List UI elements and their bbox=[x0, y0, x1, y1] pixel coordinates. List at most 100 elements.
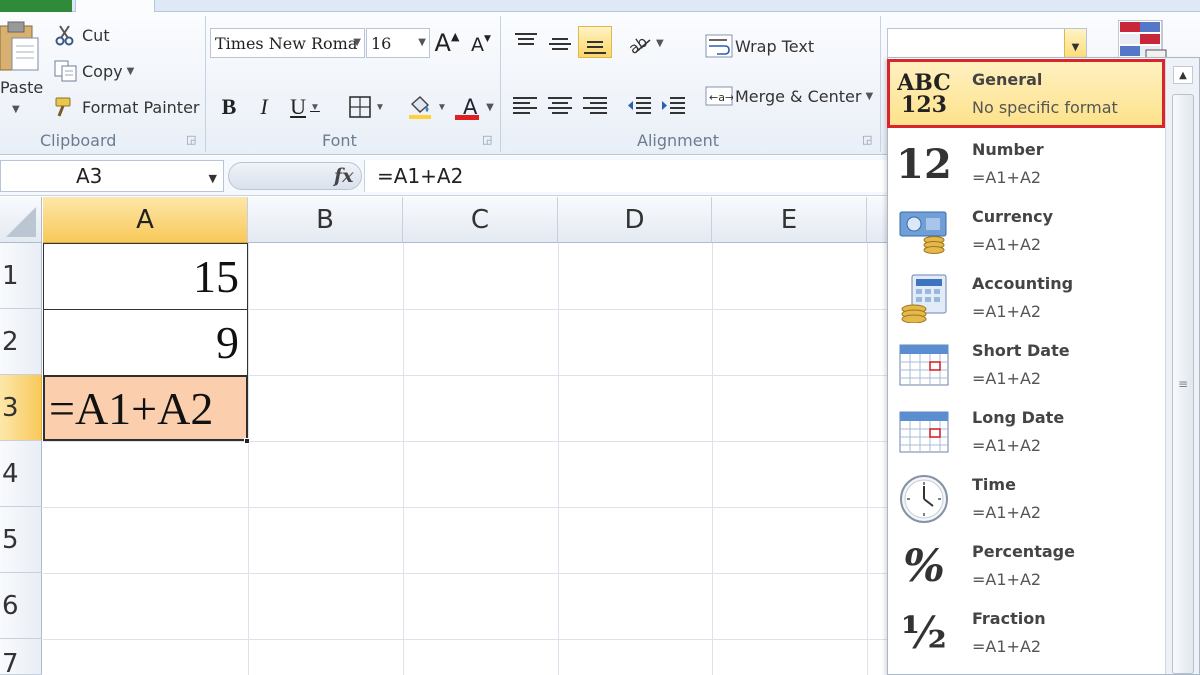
chevron-down-icon[interactable]: ▼ bbox=[353, 37, 361, 48]
font-size-combo[interactable]: 16 ▼ bbox=[366, 28, 430, 58]
row-header-6[interactable]: 6 bbox=[0, 573, 42, 639]
paste-dropdown-caret[interactable]: ▼ bbox=[12, 104, 20, 115]
row-header-1[interactable]: 1 bbox=[0, 243, 42, 309]
fill-handle[interactable] bbox=[244, 438, 250, 444]
format-option-subtitle: =A1+A2 bbox=[972, 235, 1042, 254]
paste-button-label[interactable]: Paste bbox=[0, 78, 43, 97]
row-header-label: 5 bbox=[2, 524, 19, 555]
increase-indent-icon[interactable] bbox=[660, 96, 686, 118]
orientation-button[interactable]: ab ▼ bbox=[626, 32, 664, 54]
align-top-icon[interactable] bbox=[514, 32, 538, 54]
text-orientation-icon: ab bbox=[626, 32, 651, 54]
column-header-e[interactable]: E bbox=[712, 197, 867, 243]
column-header-d[interactable]: D bbox=[558, 197, 712, 243]
row-header-2[interactable]: 2 bbox=[0, 309, 42, 375]
chevron-down-icon[interactable]: ▼ bbox=[437, 102, 447, 113]
copy-dropdown-caret[interactable]: ▼ bbox=[127, 66, 135, 77]
borders-button[interactable]: ▼ bbox=[344, 92, 390, 122]
row-header-4[interactable]: 4 bbox=[0, 441, 42, 507]
cut-button[interactable]: Cut bbox=[54, 24, 110, 46]
paste-icon[interactable] bbox=[0, 18, 40, 74]
shrink-font-button[interactable]: A ▼ bbox=[468, 30, 494, 60]
format-option-accounting[interactable]: Accounting =A1+A2 bbox=[888, 264, 1164, 331]
align-right-icon[interactable] bbox=[582, 96, 608, 118]
gridline bbox=[867, 243, 868, 675]
clipboard-launcher-icon[interactable]: ◲ bbox=[186, 133, 196, 146]
cell-a1[interactable]: 15 bbox=[43, 243, 248, 310]
italic-button[interactable]: I bbox=[250, 92, 278, 122]
font-name-combo[interactable]: Times New Roma ▼ bbox=[210, 28, 365, 58]
format-option-short-date[interactable]: Short Date =A1+A2 bbox=[888, 331, 1164, 398]
format-option-title: Currency bbox=[972, 207, 1054, 226]
dropdown-scrollbar[interactable]: ▲ ≡ bbox=[1165, 58, 1199, 674]
wrap-text-button[interactable]: Wrap Text bbox=[705, 34, 814, 58]
format-option-general[interactable]: ABC 123 General No specific format bbox=[887, 59, 1165, 128]
name-box[interactable]: A3 ▼ bbox=[0, 160, 224, 192]
align-middle-icon[interactable] bbox=[548, 32, 572, 54]
format-option-subtitle: =A1+A2 bbox=[972, 570, 1042, 589]
format-painter-button[interactable]: Format Painter bbox=[54, 96, 199, 118]
copy-button[interactable]: Copy ▼ bbox=[54, 60, 134, 82]
bold-label: B bbox=[221, 94, 237, 119]
fill-color-button[interactable]: ▼ bbox=[404, 92, 450, 122]
grow-arrow-icon: ▲ bbox=[450, 29, 460, 43]
alignment-group-label: Alignment bbox=[637, 131, 719, 150]
format-option-subtitle: No specific format bbox=[972, 98, 1118, 117]
shrink-font-label: A bbox=[471, 34, 485, 56]
format-option-number[interactable]: 12 Number =A1+A2 bbox=[888, 130, 1164, 197]
format-option-long-date[interactable]: Long Date =A1+A2 bbox=[888, 398, 1164, 465]
row-header-5[interactable]: 5 bbox=[0, 507, 42, 573]
format-option-time[interactable]: Time =A1+A2 bbox=[888, 465, 1164, 532]
font-launcher-icon[interactable]: ◲ bbox=[482, 133, 492, 146]
row-header-label: 3 bbox=[2, 392, 19, 423]
column-header-a[interactable]: A bbox=[43, 197, 248, 243]
decrease-indent-icon[interactable] bbox=[626, 96, 652, 118]
shrink-arrow-icon: ▼ bbox=[484, 34, 491, 44]
font-group-label: Font bbox=[322, 131, 357, 150]
format-option-fraction[interactable]: ½ Fraction =A1+A2 bbox=[888, 599, 1164, 666]
chevron-down-icon[interactable]: ▼ bbox=[486, 102, 494, 113]
copy-label: Copy bbox=[82, 61, 123, 81]
file-tab[interactable] bbox=[0, 0, 72, 12]
format-option-currency[interactable]: Currency =A1+A2 bbox=[888, 197, 1164, 264]
format-option-percentage[interactable]: % Percentage =A1+A2 bbox=[888, 532, 1164, 599]
merge-center-icon: ←a→ bbox=[705, 86, 733, 106]
chevron-down-icon[interactable]: ▼ bbox=[310, 102, 320, 113]
column-header-label: B bbox=[316, 204, 334, 235]
underline-button[interactable]: U ▼ bbox=[284, 92, 326, 122]
row-header-7[interactable]: 7 bbox=[0, 639, 42, 675]
cell-a3-active[interactable]: =A1+A2 bbox=[43, 375, 248, 441]
name-box-value: A3 bbox=[76, 164, 103, 188]
chevron-down-icon[interactable]: ▼ bbox=[375, 102, 385, 113]
column-header-b[interactable]: B bbox=[248, 197, 403, 243]
format-option-subtitle: =A1+A2 bbox=[972, 302, 1042, 321]
bold-button[interactable]: B bbox=[214, 92, 244, 122]
alignment-launcher-icon[interactable]: ◲ bbox=[862, 133, 872, 146]
chevron-down-icon[interactable]: ▼ bbox=[418, 37, 426, 48]
chevron-down-icon[interactable]: ▼ bbox=[209, 172, 217, 185]
currency-icon bbox=[896, 205, 952, 257]
chevron-down-icon[interactable]: ▼ bbox=[865, 91, 873, 102]
group-separator bbox=[880, 16, 881, 152]
gridline bbox=[43, 441, 893, 442]
align-left-icon[interactable] bbox=[512, 96, 538, 118]
chevron-down-icon[interactable]: ▼ bbox=[656, 38, 664, 49]
scroll-up-arrow-icon[interactable]: ▲ bbox=[1173, 66, 1193, 84]
cell-a2[interactable]: 9 bbox=[43, 309, 248, 376]
formula-value: =A1+A2 bbox=[377, 164, 464, 188]
scrollbar-thumb[interactable]: ≡ bbox=[1172, 94, 1194, 674]
grow-font-button[interactable]: A ▲ bbox=[434, 28, 460, 58]
wrap-text-label: Wrap Text bbox=[735, 36, 815, 56]
gridline bbox=[43, 507, 893, 508]
gridline bbox=[248, 243, 249, 675]
align-center-icon[interactable] bbox=[547, 96, 573, 118]
column-header-c[interactable]: C bbox=[403, 197, 558, 243]
number-format-dropdown: ABC 123 General No specific format 12 Num… bbox=[887, 57, 1200, 675]
merge-center-button[interactable]: ←a→ Merge & Center ▼ bbox=[705, 84, 873, 108]
insert-function-icon[interactable]: fx bbox=[334, 165, 354, 187]
select-all-corner[interactable] bbox=[0, 197, 42, 243]
row-header-label: 1 bbox=[2, 260, 19, 291]
column-header-label: D bbox=[624, 204, 645, 235]
row-header-3[interactable]: 3 bbox=[0, 375, 42, 441]
align-bottom-button[interactable] bbox=[578, 26, 612, 58]
